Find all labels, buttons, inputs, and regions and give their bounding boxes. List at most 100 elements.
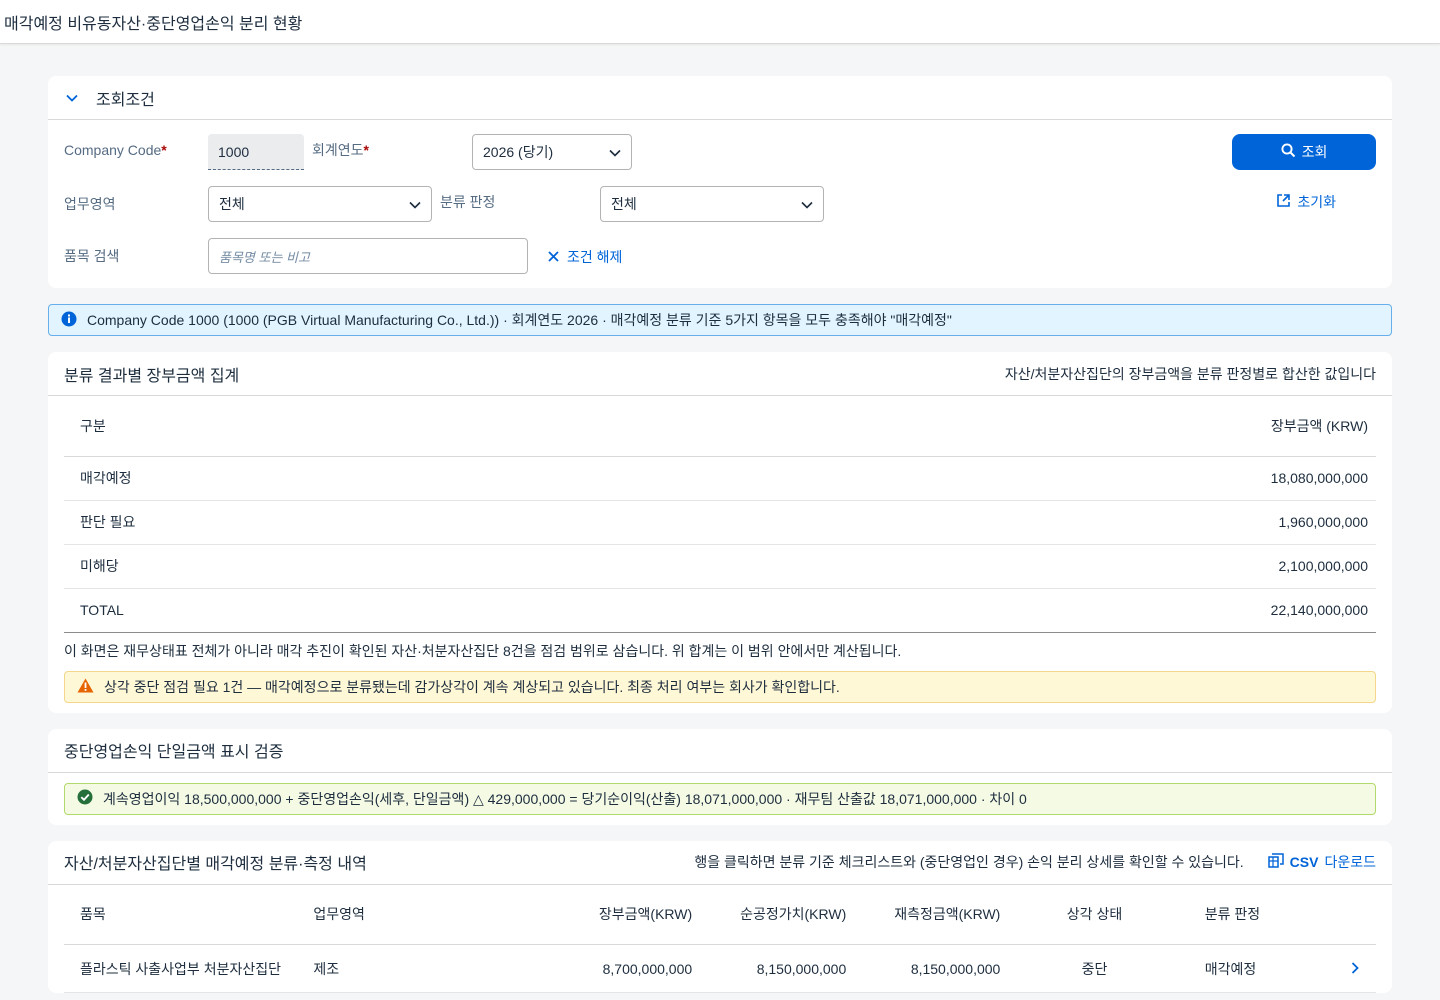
- category-cell: 미해당: [64, 544, 584, 589]
- summary-table-header-row: 구분 장부금액 (KRW): [64, 396, 1376, 457]
- depreciation-status-cell: 중단: [1000, 944, 1189, 993]
- success-message-strip: 계속영업이익 18,500,000,000 + 중단영업손익(세후, 단일금액)…: [64, 782, 1376, 815]
- amount-cell: 22,140,000,000: [583, 588, 1376, 633]
- column-header-amount: 장부금액 (KRW): [583, 396, 1376, 457]
- chevron-down-icon: [409, 196, 421, 212]
- filter-panel: 조회조건 Company Code* 1000 회계연도* 2026 (당기): [48, 76, 1392, 288]
- summary-panel-header: 분류 결과별 장부금액 집계 자산/처분자산집단의 장부금액을 분류 판정별로 …: [48, 352, 1392, 396]
- chevron-down-icon: [801, 196, 813, 212]
- required-mark: *: [363, 142, 369, 158]
- summary-panel-title: 분류 결과별 장부금액 집계: [64, 367, 240, 385]
- csv-download-label: 다운로드: [1324, 854, 1376, 870]
- table-row[interactable]: 플라스틱 사출사업부 처분자산집단 제조 8,700,000,000 8,150…: [64, 944, 1376, 993]
- book-value-cell: 8,700,000,000: [527, 944, 693, 993]
- fiscal-year-select[interactable]: 2026 (당기): [472, 134, 632, 170]
- category-cell: 판단 필요: [64, 500, 584, 545]
- summary-table-wrap: 구분 장부금액 (KRW) 매각예정 18,080,000,000 판단 필요 …: [48, 396, 1392, 633]
- filter-body: Company Code* 1000 회계연도* 2026 (당기) 업무영역: [48, 120, 1392, 288]
- close-icon: [548, 249, 559, 265]
- company-code-field[interactable]: 1000: [208, 134, 304, 170]
- detail-panel-title: 자산/처분자산집단별 매각예정 분류·측정 내역: [64, 856, 367, 873]
- info-message-strip: Company Code 1000 (1000 (PGB Virtual Man…: [48, 304, 1392, 336]
- item-search-label: 품목 검색: [64, 248, 120, 264]
- warning-message-text: 상각 중단 점검 필요 1건 — 매각예정으로 분류됐는데 감가상각이 계속 계…: [104, 678, 840, 695]
- page-content: 조회조건 Company Code* 1000 회계연도* 2026 (당기): [0, 44, 1440, 993]
- page-title: 매각예정 비유동자산·중단영업손익 분리 현황: [4, 15, 303, 33]
- clear-conditions-link[interactable]: 조건 해제: [548, 238, 622, 267]
- reset-label: 초기화: [1297, 194, 1336, 210]
- business-area-value: 전체: [219, 196, 245, 212]
- category-cell: 매각예정: [64, 456, 584, 501]
- business-area-select[interactable]: 전체: [208, 186, 432, 222]
- category-cell: TOTAL: [64, 588, 584, 633]
- classification-value: 전체: [611, 196, 637, 212]
- clear-conditions-label: 조건 해제: [567, 249, 623, 265]
- reset-icon: [1276, 193, 1291, 211]
- chevron-down-icon: [609, 144, 621, 160]
- column-header-book-value: 장부금액(KRW): [527, 884, 693, 945]
- success-message-text: 계속영업이익 18,500,000,000 + 중단영업손익(세후, 단일금액)…: [103, 790, 1027, 807]
- reset-button[interactable]: 초기화: [1276, 192, 1336, 212]
- column-header-remeasured: 재측정금액(KRW): [846, 884, 1001, 945]
- verify-panel: 중단영업손익 단일금액 표시 검증 계속영업이익 18,500,000,000 …: [48, 728, 1392, 825]
- column-header-category: 구분: [64, 396, 584, 457]
- warning-icon: [77, 678, 94, 696]
- table-row: 판단 필요 1,960,000,000: [64, 500, 1376, 545]
- classification-label: 분류 판정: [440, 194, 496, 210]
- column-header-area: 업무영역: [313, 884, 528, 945]
- csv-download-prefix: CSV: [1289, 854, 1319, 870]
- detail-panel-actions: 행을 클릭하면 분류 기준 체크리스트와 (중단영업인 경우) 손익 분리 상세…: [694, 852, 1376, 872]
- company-code-label: Company Code*: [64, 142, 167, 158]
- fiscal-year-value: 2026 (당기): [483, 144, 554, 160]
- column-header-fair-value: 순공정가치(KRW): [692, 884, 847, 945]
- fiscal-year-label: 회계연도*: [312, 142, 369, 158]
- filter-panel-title: 조회조건: [96, 91, 155, 109]
- detail-panel: 자산/처분자산집단별 매각예정 분류·측정 내역 행을 클릭하면 분류 기준 체…: [48, 840, 1392, 993]
- amount-cell: 1,960,000,000: [583, 500, 1376, 545]
- detail-panel-hint: 행을 클릭하면 분류 기준 체크리스트와 (중단영업인 경우) 손익 분리 상세…: [694, 854, 1244, 870]
- business-area-label: 업무영역: [64, 196, 116, 212]
- detail-table: 품목 업무영역 장부금액(KRW) 순공정가치(KRW) 재측정금액(KRW) …: [64, 884, 1376, 993]
- spreadsheet-icon: [1267, 853, 1284, 871]
- filter-row-3: 품목 검색 품목명 또는 비고 조건 해제: [64, 238, 622, 274]
- remeasured-cell: 8,150,000,000: [846, 944, 1001, 993]
- search-button-label: 조회: [1301, 144, 1328, 160]
- column-header-depreciation: 상각 상태: [1000, 884, 1189, 945]
- detail-table-wrap: 품목 업무영역 장부금액(KRW) 순공정가치(KRW) 재측정금액(KRW) …: [48, 884, 1392, 993]
- column-header-item: 품목: [64, 884, 314, 945]
- total-row: TOTAL 22,140,000,000: [64, 588, 1376, 633]
- classification-result-cell: 매각예정: [1188, 944, 1334, 993]
- shell-bar: 매각예정 비유동자산·중단영업손익 분리 현황: [0, 0, 1440, 44]
- check-circle-icon: [77, 789, 93, 808]
- filter-row-2: 업무영역 전체 분류 판정 전체: [64, 186, 824, 222]
- amount-cell: 18,080,000,000: [583, 456, 1376, 501]
- verify-panel-header: 중단영업손익 단일금액 표시 검증: [48, 729, 1392, 773]
- csv-download-button[interactable]: CSV 다운로드: [1267, 852, 1376, 872]
- summary-panel-subtitle: 자산/처분자산집단의 장부금액을 분류 판정별로 합산한 값입니다: [1004, 365, 1376, 382]
- amount-cell: 2,100,000,000: [583, 544, 1376, 589]
- column-header-classification: 분류 판정: [1188, 884, 1334, 945]
- required-mark: *: [161, 142, 167, 158]
- table-row: 매각예정 18,080,000,000: [64, 456, 1376, 501]
- company-code-value: 1000: [218, 143, 250, 160]
- info-icon: [61, 311, 77, 330]
- search-icon: [1281, 143, 1296, 161]
- detail-table-header-row: 품목 업무영역 장부금액(KRW) 순공정가치(KRW) 재측정금액(KRW) …: [64, 884, 1376, 945]
- item-search-placeholder: 품목명 또는 비고: [219, 249, 310, 265]
- item-search-input[interactable]: 품목명 또는 비고: [208, 238, 528, 274]
- chevron-right-icon[interactable]: [1333, 944, 1376, 993]
- warning-message-strip: 상각 중단 점검 필요 1건 — 매각예정으로 분류됐는데 감가상각이 계속 계…: [64, 670, 1376, 703]
- summary-panel: 분류 결과별 장부금액 집계 자산/처분자산집단의 장부금액을 분류 판정별로 …: [48, 352, 1392, 713]
- filter-panel-header[interactable]: 조회조건: [48, 76, 1392, 120]
- info-message-text: Company Code 1000 (1000 (PGB Virtual Man…: [87, 312, 952, 328]
- scope-note: 이 화면은 재무상태표 전체가 아니라 매각 추진이 확인된 자산·처분자산집단…: [64, 642, 902, 659]
- detail-panel-header: 자산/처분자산집단별 매각예정 분류·측정 내역 행을 클릭하면 분류 기준 체…: [48, 841, 1392, 885]
- chevron-down-icon[interactable]: [64, 90, 80, 106]
- table-row: 미해당 2,100,000,000: [64, 544, 1376, 589]
- column-header-nav: [1333, 884, 1376, 945]
- search-button[interactable]: 조회: [1232, 134, 1376, 170]
- item-cell: 플라스틱 사출사업부 처분자산집단: [64, 944, 314, 993]
- verify-panel-title: 중단영업손익 단일금액 표시 검증: [64, 744, 284, 761]
- summary-table: 구분 장부금액 (KRW) 매각예정 18,080,000,000 판단 필요 …: [64, 396, 1376, 633]
- classification-select[interactable]: 전체: [600, 186, 824, 222]
